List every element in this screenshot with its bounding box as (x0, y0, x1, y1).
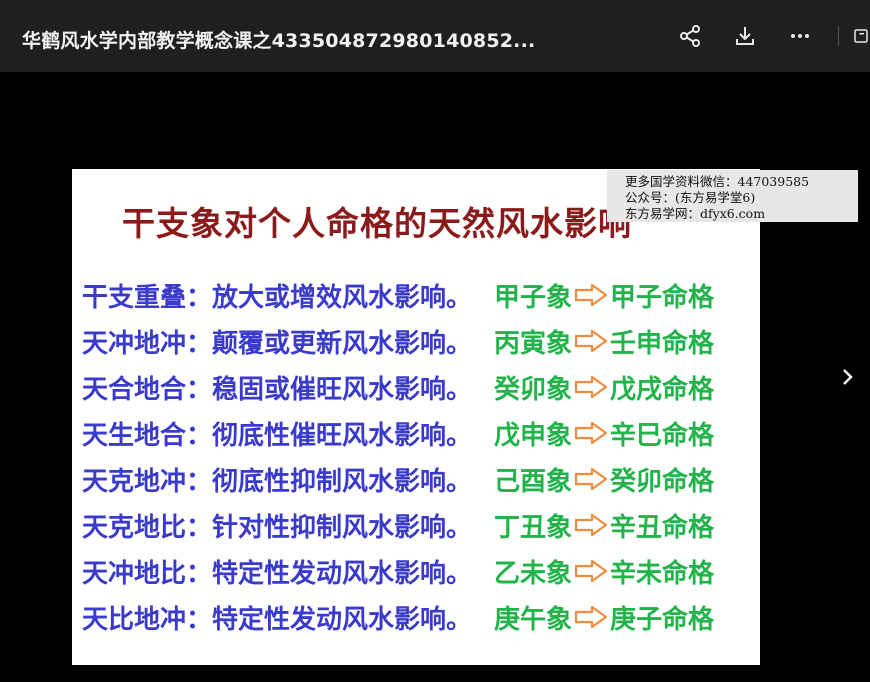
slide-row: 天克地比：针对性抑制风水影响。 丁丑象 辛丑命格 (82, 503, 714, 547)
slide-title: 干支象对个人命格的天然风水影响 (122, 204, 632, 243)
toolbar-divider (838, 26, 839, 46)
row-left-text: 干支重叠：放大或增效风水影响。 (82, 282, 473, 313)
watermark-overlay: 更多国学资料微信：447039585 公众号：(东方易学堂6) 东方易学网：df… (607, 170, 858, 222)
row-left-text: 天冲地比：特定性发动风水影响。 (82, 558, 473, 589)
arrow-right-icon (574, 283, 608, 307)
row-left-text: 天克地比：针对性抑制风水影响。 (82, 512, 473, 543)
row-image-name: 甲子象 (494, 282, 573, 313)
next-image-button[interactable] (836, 362, 860, 392)
row-image-name: 戊申象 (494, 420, 573, 451)
slide-row: 干支重叠：放大或增效风水影响。 甲子象 甲子命格 (82, 273, 714, 317)
watermark-line: 东方易学网：dfyx6.com (625, 206, 766, 221)
row-fate-name: 辛未命格 (610, 558, 715, 589)
row-left-text: 天生地合：彻底性催旺风水影响。 (82, 420, 473, 451)
row-left-text: 天合地合：稳固或催旺风水影响。 (82, 374, 473, 405)
share-icon (680, 25, 700, 47)
panel-icon (854, 29, 868, 43)
watermark-line: 公众号：(东方易学堂6) (625, 190, 756, 205)
download-icon (736, 27, 754, 45)
slide-row: 天生地合：彻底性催旺风水影响。 戊申象 辛巳命格 (82, 411, 714, 455)
watermark-line: 更多国学资料微信：447039585 (625, 174, 810, 189)
row-image-name: 丁丑象 (494, 512, 573, 543)
download-button[interactable] (729, 20, 761, 52)
row-image-name: 癸卯象 (494, 374, 573, 405)
panel-button[interactable] (852, 20, 870, 52)
row-image-name: 庚午象 (494, 604, 573, 635)
more-icon (791, 34, 809, 38)
share-button[interactable] (674, 20, 706, 52)
row-image-name: 乙未象 (494, 558, 573, 589)
more-button[interactable] (784, 20, 816, 52)
slide-row: 天比地冲：特定性发动风水影响。 庚午象 庚子命格 (82, 595, 714, 639)
row-image-name: 己酉象 (494, 466, 573, 497)
arrow-right-icon (574, 375, 608, 399)
arrow-right-icon (574, 513, 608, 537)
row-fate-name: 癸卯命格 (610, 466, 715, 497)
window-title: 华鹤风水学内部教学概念课之433504872980140852... (22, 30, 536, 52)
row-fate-name: 壬申命格 (610, 328, 715, 359)
slide-row: 天冲地比：特定性发动风水影响。 乙未象 辛未命格 (82, 549, 714, 593)
slide-image: 干支象对个人命格的天然风水影响 干支重叠：放大或增效风水影响。 甲子象 甲子命格… (72, 169, 760, 665)
row-fate-name: 戊戌命格 (610, 374, 715, 405)
row-fate-name: 庚子命格 (610, 604, 715, 635)
chevron-right-icon (843, 369, 853, 385)
slide-row: 天克地冲：彻底性抑制风水影响。 己酉象 癸卯命格 (82, 457, 714, 501)
row-left-text: 天冲地冲：颠覆或更新风水影响。 (82, 328, 473, 359)
slide-row: 天合地合：稳固或催旺风水影响。 癸卯象 戊戌命格 (82, 365, 714, 409)
row-fate-name: 甲子命格 (610, 282, 715, 313)
arrow-right-icon (574, 329, 608, 353)
row-left-text: 天克地冲：彻底性抑制风水影响。 (82, 466, 473, 497)
arrow-right-icon (574, 605, 608, 629)
row-image-name: 丙寅象 (494, 328, 573, 359)
top-bar: 华鹤风水学内部教学概念课之433504872980140852... (0, 0, 870, 72)
arrow-right-icon (574, 559, 608, 583)
row-left-text: 天比地冲：特定性发动风水影响。 (82, 604, 473, 635)
row-fate-name: 辛巳命格 (610, 420, 715, 451)
arrow-right-icon (574, 467, 608, 491)
row-fate-name: 辛丑命格 (610, 512, 715, 543)
slide-row: 天冲地冲：颠覆或更新风水影响。 丙寅象 壬申命格 (82, 319, 714, 363)
arrow-right-icon (574, 421, 608, 445)
